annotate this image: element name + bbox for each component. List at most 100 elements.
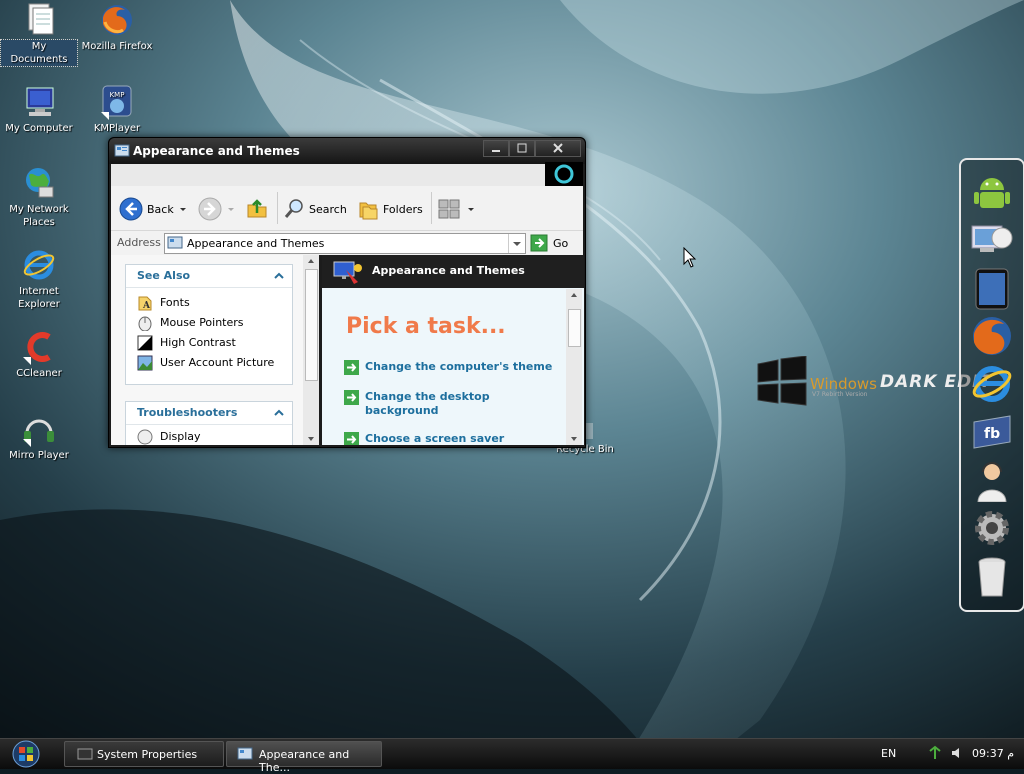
back-button[interactable]: Back	[119, 197, 188, 221]
see-also-panel: See Also A Fonts Mouse Pointers High Con…	[125, 264, 293, 385]
desktop-icon-label: Internet Explorer	[18, 286, 60, 310]
window-titlebar[interactable]: Appearance and Themes	[109, 138, 585, 164]
task-pane-scrollbar[interactable]	[303, 255, 319, 445]
taskbar-button-system-properties[interactable]: System Properties	[64, 741, 224, 767]
side-dock: fb	[959, 158, 1024, 612]
see-also-item-high-contrast[interactable]: High Contrast	[126, 333, 292, 353]
search-button[interactable]: Search	[283, 198, 347, 220]
maximize-button[interactable]	[509, 140, 535, 157]
content-body: Pick a task... Change the computer's the…	[322, 288, 584, 445]
chevron-down-icon[interactable]	[226, 204, 236, 214]
go-label: Go	[553, 236, 569, 250]
desktop-icon-label: CCleaner	[16, 368, 62, 379]
task-arrow-icon	[344, 432, 359, 445]
close-button[interactable]	[535, 140, 581, 157]
go-arrow-icon	[530, 234, 548, 252]
windows-orb-icon	[12, 740, 40, 768]
language-indicator[interactable]: EN	[881, 747, 896, 760]
desktop-icon-label: KMPlayer	[93, 123, 141, 134]
dock-item-firefox[interactable]	[970, 314, 1014, 358]
scroll-down-icon	[308, 437, 314, 441]
desktop-icon-my-network-places[interactable]: My Network Places	[1, 165, 77, 229]
safely-remove-icon[interactable]	[928, 745, 942, 761]
desktop-icon-ccleaner[interactable]: CCleaner	[1, 329, 77, 380]
task-label: Choose a screen saver	[365, 432, 505, 445]
volume-icon[interactable]	[950, 746, 964, 760]
see-also-item-mouse-pointers[interactable]: Mouse Pointers	[126, 313, 292, 333]
mouse-cursor	[683, 247, 697, 268]
dock-item-display-settings[interactable]	[970, 218, 1014, 262]
desktop-icon-label: Mirro Player	[9, 450, 69, 461]
control-panel-icon	[237, 747, 253, 760]
see-also-header[interactable]: See Also	[126, 265, 292, 288]
see-also-item-user-account-picture[interactable]: User Account Picture	[126, 353, 292, 373]
system-properties-icon	[77, 748, 93, 760]
collapse-chevron-icon[interactable]	[274, 271, 284, 281]
address-input[interactable]: Appearance and Themes	[164, 233, 526, 254]
troubleshooters-title: Troubleshooters	[137, 406, 238, 419]
dock-item-android[interactable]	[970, 170, 1014, 214]
dock-item-trash[interactable]	[970, 554, 1014, 598]
desktop-icon-mozilla-firefox[interactable]: Mozilla Firefox	[79, 2, 155, 53]
start-button[interactable]	[8, 739, 44, 769]
see-also-item-fonts[interactable]: A Fonts	[126, 293, 292, 313]
gear-icon	[975, 511, 1009, 545]
troubleshooters-panel: Troubleshooters Display	[125, 401, 293, 445]
desktop-icon-mirro-player[interactable]: Mirro Player	[1, 411, 77, 462]
address-dropdown-button[interactable]	[508, 234, 525, 253]
scroll-thumb[interactable]	[305, 269, 318, 381]
svg-text:KMP: KMP	[110, 91, 125, 99]
up-folder-button[interactable]	[245, 198, 269, 220]
dock-item-user-support[interactable]	[970, 458, 1014, 503]
dock-item-tablet[interactable]	[970, 266, 1014, 310]
control-panel-icon	[114, 144, 130, 157]
forward-button[interactable]	[198, 197, 236, 221]
trash-icon	[978, 557, 1006, 597]
mouse-icon	[138, 316, 152, 331]
system-tray: EN 09:37 م	[864, 741, 1022, 767]
desktop-icon-my-computer[interactable]: My Computer	[1, 84, 77, 135]
appearance-themes-icon	[333, 261, 362, 284]
fonts-icon: A	[138, 296, 152, 311]
taskbar-button-appearance-themes[interactable]: Appearance and The...	[226, 741, 382, 774]
dock-item-facebook[interactable]: fb	[970, 410, 1014, 454]
tablet-icon	[975, 268, 1009, 310]
minimize-button[interactable]	[483, 140, 509, 157]
dock-item-internet-explorer[interactable]	[970, 362, 1014, 406]
address-label: Address	[117, 236, 161, 249]
troubleshooters-item-display[interactable]: Display	[126, 427, 292, 445]
see-also-item-label: Fonts	[160, 296, 190, 309]
address-bar: Address Appearance and Themes Go	[111, 230, 583, 255]
content-scrollbar[interactable]	[566, 289, 582, 445]
scroll-thumb[interactable]	[568, 309, 581, 347]
back-arrow-icon	[119, 197, 143, 221]
task-change-desktop-background[interactable]: Change the desktop background	[344, 390, 494, 418]
clock[interactable]: 09:37 م	[972, 747, 1014, 760]
scroll-down-icon	[571, 437, 577, 441]
toolbar: Back Search Folders	[111, 186, 583, 230]
chevron-down-icon[interactable]	[178, 204, 188, 214]
taskbar-button-label: Appearance and The...	[259, 748, 350, 774]
task-choose-screen-saver[interactable]: Choose a screen saver	[344, 432, 504, 445]
desktop-icon-kmplayer[interactable]: KMP KMPlayer	[79, 84, 155, 135]
search-icon	[284, 199, 303, 218]
maximize-icon	[517, 143, 527, 153]
task-arrow-icon	[344, 390, 359, 405]
collapse-chevron-icon[interactable]	[274, 408, 284, 418]
go-button[interactable]: Go	[530, 233, 568, 253]
views-button[interactable]	[437, 198, 475, 220]
scroll-up-icon	[571, 293, 577, 297]
address-value: Appearance and Themes	[187, 237, 325, 250]
folders-icon	[359, 202, 378, 220]
appearance-themes-window[interactable]: Appearance and Themes Back Search Folder…	[108, 137, 586, 448]
dock-item-settings[interactable]	[970, 506, 1014, 550]
task-arrow-icon	[344, 360, 359, 375]
desktop-icon-my-documents[interactable]: My Documents	[0, 2, 78, 67]
desktop-icon-internet-explorer[interactable]: Internet Explorer	[1, 247, 77, 311]
control-panel-icon	[167, 236, 183, 249]
android-icon	[974, 178, 1010, 208]
troubleshooters-header[interactable]: Troubleshooters	[126, 402, 292, 425]
folders-button[interactable]: Folders	[357, 198, 423, 220]
high-contrast-icon	[137, 335, 153, 351]
task-change-theme[interactable]: Change the computer's theme	[344, 360, 552, 375]
